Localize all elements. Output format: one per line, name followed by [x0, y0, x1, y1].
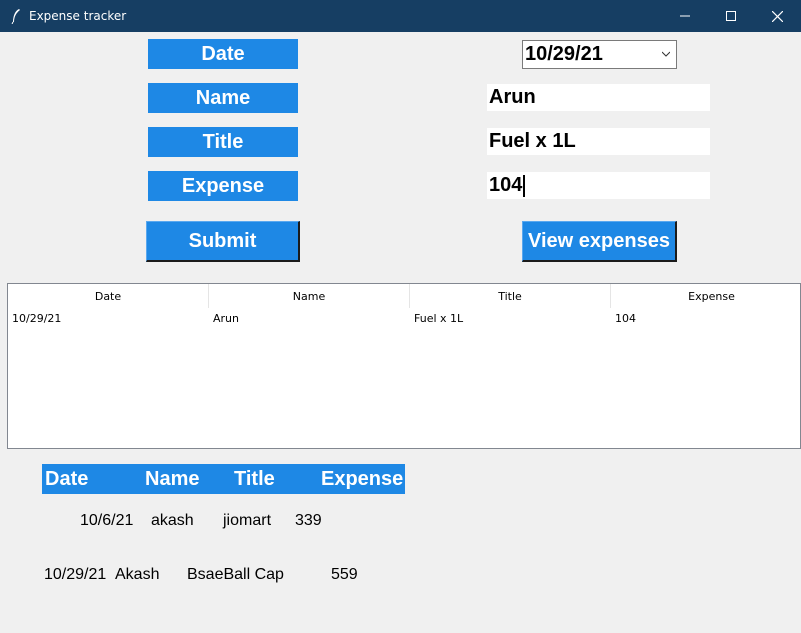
history-header-date: Date: [45, 468, 89, 490]
column-header-date[interactable]: Date: [8, 284, 209, 308]
history-expense: 339: [295, 512, 322, 529]
view-expenses-button[interactable]: View expenses: [522, 221, 677, 262]
column-header-name[interactable]: Name: [209, 284, 410, 308]
cell-expense: 104: [615, 312, 636, 325]
date-label: Date: [148, 39, 298, 69]
history-header-name: Name: [145, 468, 200, 490]
text-cursor: [523, 174, 526, 197]
title-label: Title: [148, 127, 298, 157]
name-input-value: Arun: [489, 86, 536, 108]
history-date: 10/6/21: [80, 512, 134, 529]
history-header: Date Name Title Expense: [42, 464, 405, 494]
close-button[interactable]: [754, 0, 800, 32]
history-date: 10/29/21: [44, 566, 107, 583]
minimize-button[interactable]: [662, 0, 708, 32]
window-title: Expense tracker: [29, 9, 127, 23]
submit-button[interactable]: Submit: [146, 221, 300, 262]
history-name: akash: [151, 512, 194, 529]
history-name: Akash: [115, 566, 160, 583]
feather-icon: [11, 9, 20, 24]
history-title: BsaeBall Cap: [187, 566, 284, 583]
name-label: Name: [148, 83, 298, 113]
minimize-icon: [680, 15, 690, 17]
title-input[interactable]: Fuel x 1L: [487, 128, 710, 155]
history-header-title: Title: [234, 468, 275, 490]
expense-label: Expense: [148, 171, 298, 201]
expense-input[interactable]: 104: [487, 172, 710, 199]
cell-date: 10/29/21: [12, 312, 62, 325]
cell-name: Arun: [213, 312, 239, 325]
close-icon: [771, 10, 783, 22]
history-title: jiomart: [223, 512, 272, 529]
column-header-expense[interactable]: Expense: [611, 284, 801, 308]
cell-title: Fuel x 1L: [414, 312, 464, 325]
date-value: 10/29/21: [525, 43, 603, 65]
title-bar: Expense tracker: [0, 0, 801, 32]
history-header-expense: Expense: [321, 468, 404, 490]
expense-table[interactable]: Date Name Title Expense 10/29/21 Arun Fu…: [7, 283, 801, 449]
name-input[interactable]: Arun: [487, 84, 710, 111]
title-input-value: Fuel x 1L: [489, 130, 576, 152]
column-header-title[interactable]: Title: [410, 284, 611, 308]
chevron-down-icon[interactable]: [662, 50, 670, 58]
maximize-button[interactable]: [708, 0, 754, 32]
maximize-icon: [726, 11, 736, 21]
date-picker[interactable]: 10/29/21: [522, 40, 677, 69]
history-expense: 559: [331, 566, 358, 583]
expense-input-value: 104: [489, 174, 523, 196]
